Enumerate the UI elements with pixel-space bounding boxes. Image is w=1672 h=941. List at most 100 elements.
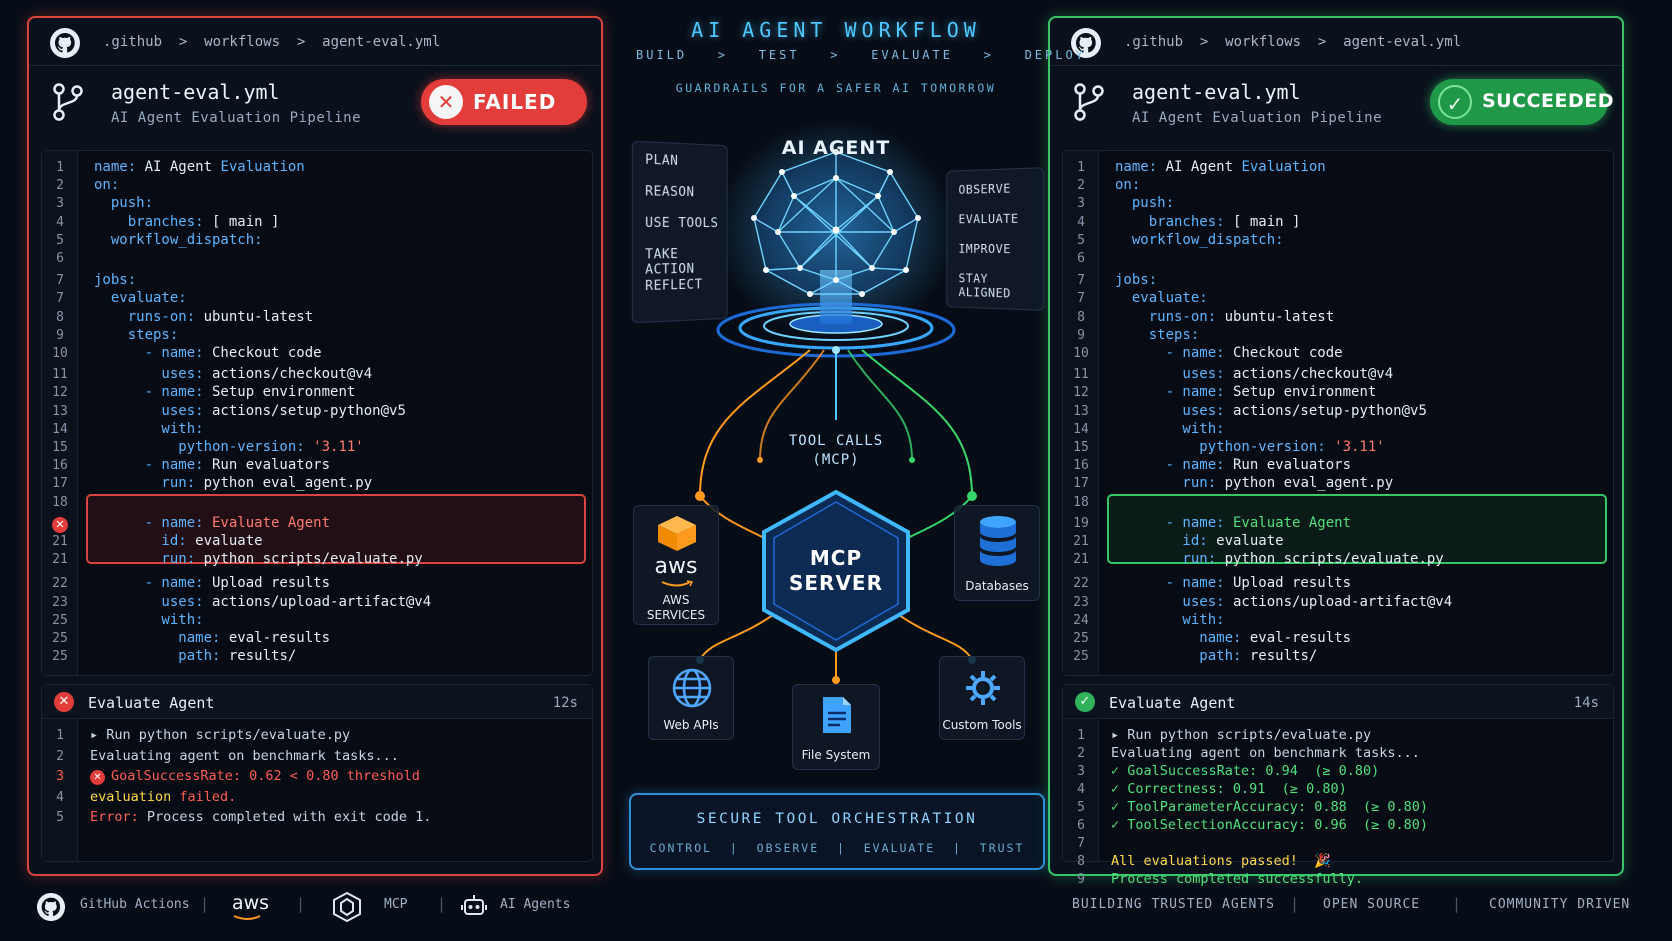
code-key: python-version:: [1115, 439, 1326, 455]
code-key: uses:: [94, 403, 204, 419]
code-value: Setup environment: [1225, 384, 1377, 400]
code-key: uses:: [1115, 403, 1225, 419]
code-line: ✕ - name: Evaluate Agent: [42, 515, 592, 533]
code-key: on:: [94, 177, 119, 193]
code-line: 9 steps:: [1063, 327, 1613, 345]
code-line: 21 run: python scripts/evaluate.py: [42, 551, 592, 569]
code-value: python scripts/evaluate.py: [1216, 551, 1444, 567]
code-text: uses: actions/setup-python@v5: [94, 403, 406, 419]
file-system-tile[interactable]: File System: [792, 684, 880, 770]
databases-tile[interactable]: Databases: [954, 505, 1040, 601]
aws-logo: aws: [634, 554, 718, 579]
aws-label-1: AWS: [634, 592, 718, 608]
breadcrumb-bar: .github > workflows > agent-eval.yml: [29, 18, 601, 66]
web-apis-tile[interactable]: Web APIs: [648, 656, 734, 740]
code-line: 15 python-version: '3.11': [42, 439, 592, 457]
tool-calls-sub: (MCP): [760, 451, 912, 470]
pipeline-stage: TEST: [759, 48, 800, 62]
tagline: GUARDRAILS FOR A SAFER AI TOMORROW: [636, 81, 1036, 95]
log-header[interactable]: ✕ Evaluate Agent 12s: [42, 685, 592, 719]
log-text: All evaluations passed! 🎉: [1111, 853, 1331, 869]
code-line: 7 evaluate:: [42, 290, 592, 308]
line-number: 3: [42, 196, 78, 211]
stage-separator: >: [800, 48, 872, 62]
code-key: Evaluation: [220, 159, 304, 175]
file-header: agent-eval.yml AI Agent Evaluation Pipel…: [1050, 66, 1622, 148]
line-number: 15: [42, 440, 78, 455]
line-number: 4: [42, 215, 78, 230]
status-label: FAILED: [473, 90, 556, 114]
code-line: 24 with:: [1063, 612, 1613, 630]
footer-ai-agents[interactable]: AI Agents: [500, 897, 570, 912]
code-key: - name:: [1115, 515, 1225, 531]
code-string: Evaluate Agent: [1225, 515, 1351, 531]
code-text: evaluate:: [1115, 290, 1208, 306]
code-key: branches:: [94, 214, 204, 230]
code-line: 7 jobs:: [42, 272, 592, 290]
footer-sep: |: [1290, 895, 1299, 913]
code-value: python eval_agent.py: [195, 475, 372, 491]
code-key: - name:: [94, 515, 204, 531]
footer-mcp[interactable]: MCP: [384, 897, 407, 912]
custom-tools-tile[interactable]: Custom Tools: [939, 656, 1025, 740]
line-number: 6: [42, 251, 78, 266]
log-text-part: Process completed with exit code 1.: [139, 809, 432, 825]
code-line: 23 uses: actions/upload-artifact@v4: [42, 594, 592, 612]
code-value: AI Agent: [136, 159, 220, 175]
code-key: branches:: [1115, 214, 1225, 230]
tool-calls-label: TOOL CALLS (MCP): [760, 432, 912, 470]
check-circle-icon: ✓: [1438, 85, 1472, 119]
code-text: push:: [1115, 195, 1174, 211]
failed-run-panel: .github > workflows > agent-eval.yml age…: [27, 16, 603, 876]
log-text-part: Evaluating agent on benchmark tasks...: [1111, 745, 1420, 761]
footer-open-source[interactable]: OPEN SOURCE: [1323, 897, 1420, 912]
footer-github-actions[interactable]: GitHub Actions: [80, 897, 190, 912]
code-line: 14 with:: [42, 421, 592, 439]
log-title: Evaluate Agent: [88, 694, 214, 712]
code-line: 22 - name: Upload results: [1063, 575, 1613, 593]
line-number: 12: [42, 385, 78, 400]
log-header[interactable]: ✓ Evaluate Agent 14s: [1063, 685, 1613, 719]
code-text: - name: Upload results: [1115, 575, 1351, 591]
footer-sep: |: [296, 895, 305, 913]
code-key: - name:: [94, 457, 204, 473]
aws-cube-icon: [654, 514, 700, 552]
github-icon[interactable]: [36, 892, 66, 922]
log-text: ✓ ToolParameterAccuracy: 0.88 (≥ 0.80): [1111, 799, 1428, 815]
code-line: 7 evaluate:: [1063, 290, 1613, 308]
code-text: - name: Run evaluators: [94, 457, 330, 473]
breadcrumb[interactable]: .github > workflows > agent-eval.yml: [103, 34, 440, 50]
code-line: 5 workflow_dispatch:: [42, 232, 592, 250]
code-text: name: AI Agent Evaluation: [94, 159, 305, 175]
footer-aws-logo[interactable]: aws: [232, 892, 269, 914]
mcp-label: MCP: [760, 546, 912, 570]
github-icon[interactable]: [49, 27, 81, 59]
code-text: path: results/: [94, 648, 296, 664]
git-branch-icon: [51, 82, 85, 122]
log-duration: 14s: [1574, 695, 1599, 711]
code-text: - name: Evaluate Agent: [1115, 515, 1351, 531]
code-line: 8 runs-on: ubuntu-latest: [1063, 309, 1613, 327]
code-line: 19 - name: Evaluate Agent: [1063, 515, 1613, 533]
code-value: Setup environment: [204, 384, 356, 400]
footer-community-driven[interactable]: COMMUNITY DRIVEN: [1489, 897, 1630, 912]
code-text: uses: actions/upload-artifact@v4: [94, 594, 431, 610]
orchestration-items: CONTROL | OBSERVE | EVALUATE | TRUST: [631, 841, 1043, 855]
code-line: 22 - name: Upload results: [42, 575, 592, 593]
breadcrumb[interactable]: .github > workflows > agent-eval.yml: [1124, 34, 1461, 50]
code-string: Evaluate Agent: [204, 515, 330, 531]
code-line: 25 path: results/: [42, 648, 592, 666]
log-line: 8 All evaluations passed! 🎉: [1063, 853, 1613, 871]
code-line: 17 run: python eval_agent.py: [1063, 475, 1613, 493]
code-line: 25 name: eval-results: [1063, 630, 1613, 648]
code-key: name:: [94, 630, 220, 646]
line-number: 2: [42, 749, 78, 764]
aws-services-tile[interactable]: aws AWS SERVICES: [633, 505, 719, 625]
code-key: uses:: [1115, 366, 1225, 382]
code-text: - name: Checkout code: [94, 345, 322, 361]
workflow-code-view: 1 name: AI Agent Evaluation 2 on: 3 push: 4 b…: [41, 150, 593, 676]
pipeline-stage: DEPLOY: [1025, 48, 1086, 62]
code-key: runs-on:: [1115, 309, 1216, 325]
git-branch-icon: [1072, 82, 1106, 122]
breadcrumb-bar: .github > workflows > agent-eval.yml: [1050, 18, 1622, 66]
